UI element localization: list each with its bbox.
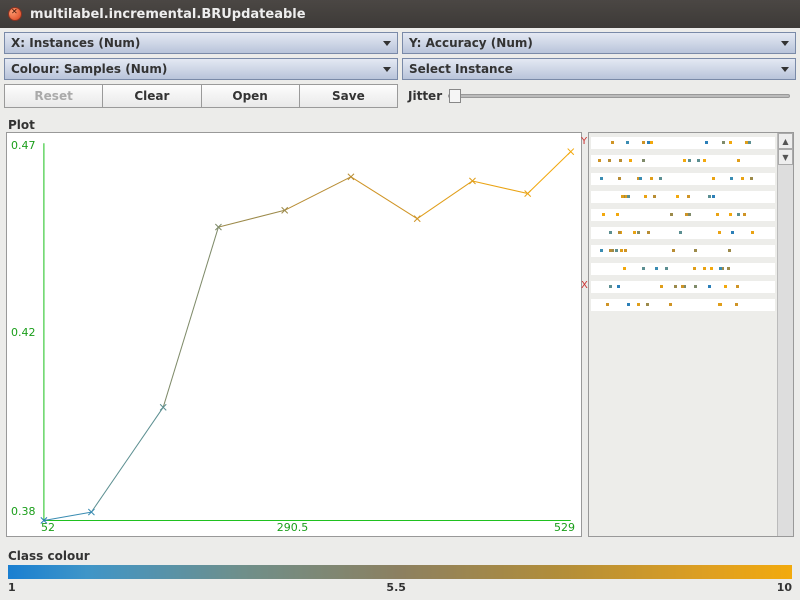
attribute-strip[interactable] xyxy=(591,227,775,239)
gradient-min: 1 xyxy=(8,581,16,594)
strip-axis-label: X xyxy=(581,280,588,291)
attribute-strip[interactable] xyxy=(591,245,775,257)
instance-selector[interactable]: Select Instance xyxy=(402,58,796,80)
attribute-strip[interactable]: X xyxy=(591,281,775,293)
close-icon[interactable] xyxy=(8,7,22,21)
colour-selector[interactable]: Colour: Samples (Num) xyxy=(4,58,398,80)
attribute-strip[interactable] xyxy=(591,299,775,311)
colour-selector-label: Colour: Samples (Num) xyxy=(11,62,167,76)
strip-axis-label: Y xyxy=(581,136,587,147)
reset-button: Reset xyxy=(4,84,103,108)
x-tick: 52 xyxy=(41,521,55,534)
instance-selector-label: Select Instance xyxy=(409,62,513,76)
titlebar: multilabel.incremental.BRUpdateable xyxy=(0,0,800,28)
attribute-panel: Y X ▲ ▼ xyxy=(588,132,794,537)
x-tick: 290.5 xyxy=(277,521,309,534)
gradient-max: 10 xyxy=(777,581,792,594)
x-tick: 529 xyxy=(554,521,575,534)
attribute-strip[interactable]: Y xyxy=(591,137,775,149)
plot-section-label: Plot xyxy=(0,112,800,132)
save-button[interactable]: Save xyxy=(300,84,398,108)
open-button[interactable]: Open xyxy=(202,84,300,108)
class-colour-gradient xyxy=(8,565,792,579)
x-axis-selector[interactable]: X: Instances (Num) xyxy=(4,32,398,54)
y-axis-selector[interactable]: Y: Accuracy (Num) xyxy=(402,32,796,54)
chevron-down-icon xyxy=(383,41,391,46)
attribute-strip[interactable] xyxy=(591,173,775,185)
attribute-strip[interactable] xyxy=(591,263,775,275)
y-tick: 0.42 xyxy=(11,326,36,339)
attribute-strip[interactable] xyxy=(591,191,775,203)
window-title: multilabel.incremental.BRUpdateable xyxy=(30,7,306,22)
chevron-down-icon xyxy=(781,67,789,72)
gradient-mid: 5.5 xyxy=(386,581,406,594)
scroll-up-icon[interactable]: ▲ xyxy=(778,133,793,149)
scroll-down-icon[interactable]: ▼ xyxy=(778,149,793,165)
clear-button[interactable]: Clear xyxy=(103,84,201,108)
attribute-strip[interactable] xyxy=(591,209,775,221)
y-tick: 0.47 xyxy=(11,139,36,152)
line-chart xyxy=(7,133,581,543)
jitter-label: Jitter xyxy=(408,89,442,103)
x-axis-selector-label: X: Instances (Num) xyxy=(11,36,140,50)
slider-thumb[interactable] xyxy=(449,89,461,103)
jitter-slider[interactable] xyxy=(448,94,790,98)
chevron-down-icon xyxy=(383,67,391,72)
attribute-strip[interactable] xyxy=(591,155,775,167)
y-tick: 0.38 xyxy=(11,505,36,518)
y-axis-selector-label: Y: Accuracy (Num) xyxy=(409,36,533,50)
chevron-down-icon xyxy=(781,41,789,46)
scrollbar[interactable]: ▲ ▼ xyxy=(777,133,793,536)
plot-area[interactable]: 0.47 0.42 0.38 52 290.5 529 xyxy=(6,132,582,537)
class-colour-label: Class colour xyxy=(0,543,800,565)
